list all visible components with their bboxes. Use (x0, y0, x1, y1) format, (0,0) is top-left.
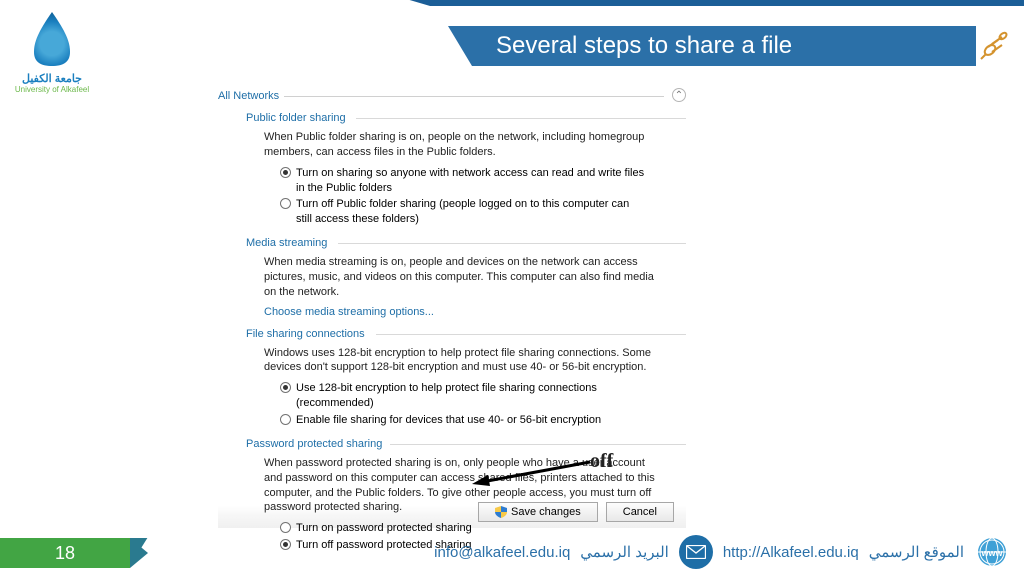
media-desc: When media streaming is on, people and d… (264, 255, 686, 300)
radio-public-off[interactable]: Turn off Public folder sharing (people l… (280, 197, 686, 227)
password-label: Password protected sharing (246, 438, 382, 450)
logo-text-ar: جامعة الكفيل (12, 72, 92, 85)
logo-text-en: University of Alkafeel (12, 85, 92, 94)
collapse-icon[interactable]: ⌃ (672, 88, 686, 102)
divider (338, 243, 686, 244)
radio-icon (280, 414, 291, 425)
save-changes-button[interactable]: Save changes (478, 502, 598, 522)
slide-title: Several steps to share a file (496, 32, 792, 60)
cancel-label: Cancel (623, 506, 657, 518)
pin-icon (978, 30, 1010, 62)
section-media: Media streaming (246, 237, 686, 249)
www-globe-icon: www (974, 534, 1010, 570)
mail-icon (679, 535, 713, 569)
logo-drop-icon (30, 10, 74, 66)
arrow-annotation-icon (472, 460, 592, 486)
divider (376, 334, 686, 335)
sharing-settings-panel: All Networks ⌃ Public folder sharing Whe… (218, 84, 686, 528)
slide-title-bar: Several steps to share a file (472, 26, 976, 66)
divider (284, 96, 664, 97)
encryption-desc: Windows uses 128-bit encryption to help … (264, 346, 686, 376)
footer: info@alkafeel.edu.iq البريد الرسمي http:… (434, 534, 1010, 570)
footer-email[interactable]: info@alkafeel.edu.iq (434, 544, 570, 561)
public-folder-label: Public folder sharing (246, 112, 346, 124)
radio-enc-40[interactable]: Enable file sharing for devices that use… (280, 413, 686, 428)
radio-icon (280, 522, 291, 533)
radio-public-off-label: Turn off Public folder sharing (people l… (296, 197, 646, 227)
footer-email-label: البريد الرسمي (580, 543, 669, 561)
radio-enc-40-label: Enable file sharing for devices that use… (296, 413, 601, 428)
radio-icon (280, 167, 291, 178)
section-encryption: File sharing connections (246, 328, 686, 340)
divider (390, 444, 686, 445)
footer-site[interactable]: http://Alkafeel.edu.iq (723, 544, 859, 561)
section-all-networks[interactable]: All Networks ⌃ (218, 90, 686, 102)
divider (356, 118, 686, 119)
radio-icon (280, 198, 291, 209)
radio-enc-128[interactable]: Use 128-bit encryption to help protect f… (280, 381, 686, 411)
section-public-folder: Public folder sharing (246, 112, 686, 124)
page-number: 18 (0, 538, 130, 568)
annotation-off: off (590, 450, 613, 473)
media-label: Media streaming (246, 237, 327, 249)
university-logo: جامعة الكفيل University of Alkafeel (12, 10, 92, 94)
cancel-button[interactable]: Cancel (606, 502, 674, 522)
radio-enc-128-label: Use 128-bit encryption to help protect f… (296, 381, 646, 411)
shield-icon (495, 506, 507, 518)
top-accent-bar (0, 0, 1024, 6)
radio-public-on-label: Turn on sharing so anyone with network a… (296, 166, 646, 196)
public-folder-desc: When Public folder sharing is on, people… (264, 130, 686, 160)
radio-icon (280, 382, 291, 393)
svg-text:www: www (980, 548, 1003, 558)
section-password: Password protected sharing (246, 438, 686, 450)
radio-icon (280, 539, 291, 550)
save-label: Save changes (511, 506, 581, 518)
footer-site-label: الموقع الرسمي (869, 543, 964, 561)
encryption-label: File sharing connections (246, 328, 365, 340)
radio-public-on[interactable]: Turn on sharing so anyone with network a… (280, 166, 686, 196)
section-all-networks-label: All Networks (218, 90, 279, 102)
media-options-link[interactable]: Choose media streaming options... (264, 306, 686, 318)
